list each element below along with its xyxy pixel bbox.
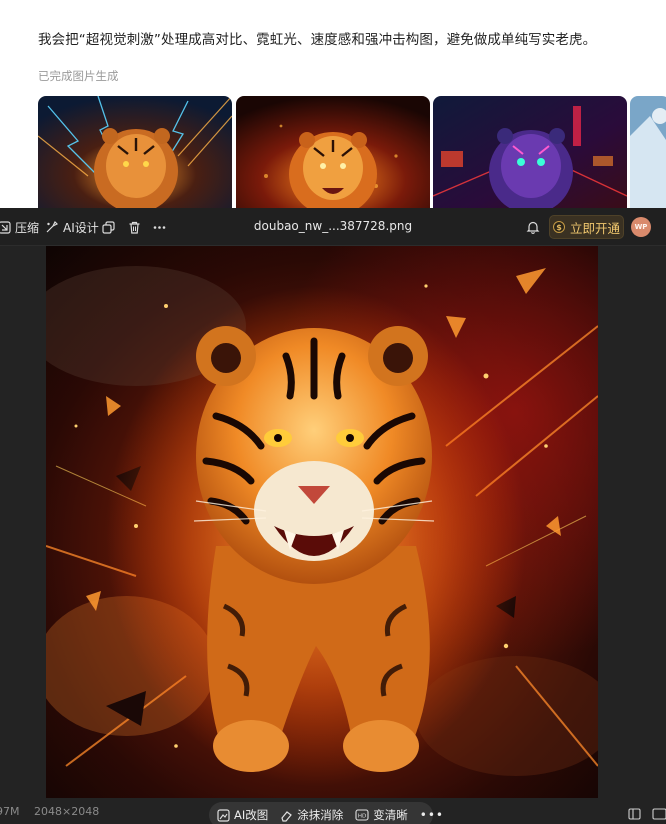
image-edit-icon bbox=[217, 808, 230, 822]
thumbnail-3[interactable] bbox=[433, 96, 627, 208]
file-size: 97M bbox=[0, 805, 20, 818]
sharpen-button[interactable]: HD 变清晰 bbox=[355, 807, 408, 823]
viewer-bottom-bar: 97M 2048×2048 AI改图 涂抹消除 HD 变清晰 ••• bbox=[0, 798, 666, 824]
image-viewer: 压缩 AI设计 doubao_nw_...387728.png $ 立即开通 W… bbox=[0, 208, 666, 824]
hd-icon: HD bbox=[355, 809, 369, 821]
eraser-icon bbox=[281, 810, 293, 822]
main-image bbox=[46, 246, 598, 798]
viewer-toolbar: 压缩 AI设计 doubao_nw_...387728.png $ 立即开通 W… bbox=[0, 208, 666, 246]
avatar[interactable]: WP bbox=[631, 217, 651, 237]
image-dimensions: 2048×2048 bbox=[34, 805, 100, 818]
vip-upgrade-button[interactable]: $ 立即开通 bbox=[549, 215, 624, 239]
thumbnail-2[interactable] bbox=[236, 96, 430, 208]
erase-label: 涂抹消除 bbox=[297, 808, 344, 822]
vip-label: 立即开通 bbox=[569, 220, 620, 236]
thumbnail-strip bbox=[38, 96, 666, 208]
svg-text:HD: HD bbox=[358, 814, 366, 820]
edit-tools-pill: AI改图 涂抹消除 HD 变清晰 ••• bbox=[209, 802, 443, 824]
chat-panel: 我会把“超视觉刺激”处理成高对比、霓虹光、速度感和强冲击构图，避免做成单纯写实老… bbox=[0, 0, 666, 208]
sharpen-label: 变清晰 bbox=[373, 808, 408, 822]
bell-icon bbox=[526, 221, 540, 234]
panel-icon[interactable] bbox=[652, 808, 666, 820]
coin-icon: $ bbox=[552, 221, 565, 233]
erase-button[interactable]: 涂抹消除 bbox=[280, 807, 343, 823]
ai-edit-button[interactable]: AI改图 bbox=[217, 807, 268, 823]
more-tools-button[interactable]: ••• bbox=[420, 808, 444, 822]
notification-button[interactable] bbox=[526, 218, 540, 236]
generation-status: 已完成图片生成 bbox=[38, 69, 119, 83]
ai-edit-label: AI改图 bbox=[234, 808, 269, 822]
layout-icon[interactable] bbox=[628, 808, 641, 820]
thumbnail-4[interactable] bbox=[630, 96, 666, 208]
thumbnail-1[interactable] bbox=[38, 96, 232, 208]
assistant-message: 我会把“超视觉刺激”处理成高对比、霓虹光、速度感和强冲击构图，避免做成单纯写实老… bbox=[38, 32, 597, 48]
